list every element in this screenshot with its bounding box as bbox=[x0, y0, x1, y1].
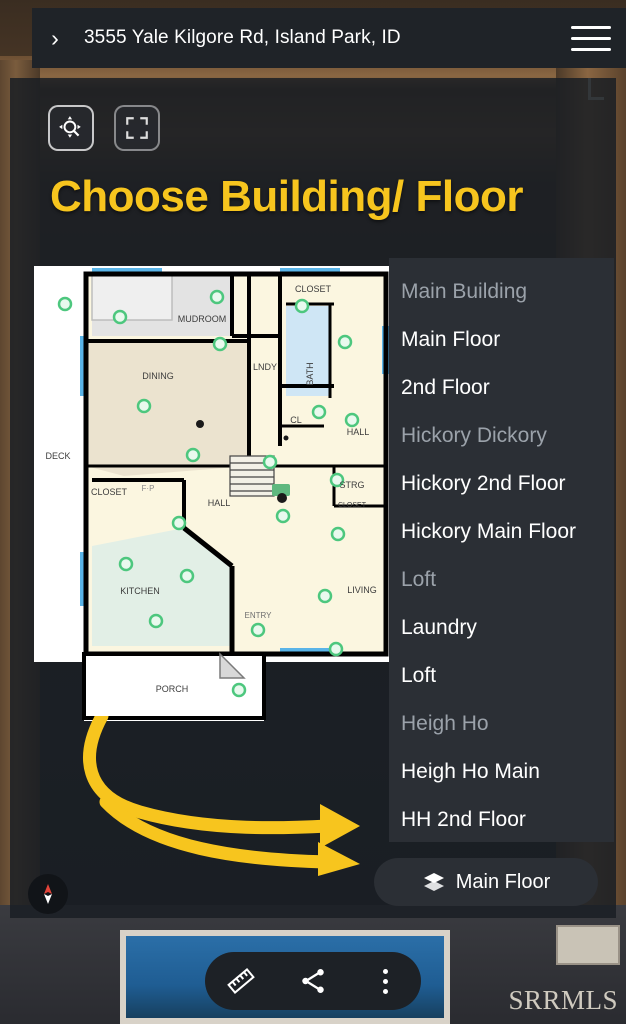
pan-move-icon bbox=[59, 116, 81, 138]
svg-text:LNDY: LNDY bbox=[253, 362, 277, 372]
dropdown-item[interactable]: Hickory Main Floor bbox=[389, 508, 614, 556]
svg-text:STRG: STRG bbox=[339, 480, 364, 490]
compass-needle-icon bbox=[44, 884, 52, 904]
more-options-button[interactable] bbox=[368, 964, 402, 998]
svg-text:CLOSET: CLOSET bbox=[295, 284, 332, 294]
mls-watermark: SRRMLS bbox=[508, 985, 618, 1015]
dropdown-item[interactable]: 2nd Floor bbox=[389, 364, 614, 412]
hamburger-menu-icon[interactable] bbox=[556, 8, 626, 68]
layers-icon bbox=[423, 873, 444, 891]
dropdown-group-label: Heigh Ho bbox=[401, 712, 489, 735]
svg-text:DINING: DINING bbox=[142, 371, 174, 381]
dropdown-group-label: Loft bbox=[401, 568, 437, 591]
dropdown-item[interactable]: Laundry bbox=[389, 604, 614, 652]
selected-floor-label: Main Floor bbox=[455, 870, 551, 893]
svg-text:F·P: F·P bbox=[142, 484, 155, 493]
svg-text:HALL: HALL bbox=[208, 498, 231, 508]
pan-move-button[interactable] bbox=[48, 105, 94, 151]
dropdown-item[interactable]: Hickory 2nd Floor bbox=[389, 460, 614, 508]
svg-text:MUDROOM: MUDROOM bbox=[178, 314, 227, 324]
address-text: 3555 Yale Kilgore Rd, Island Park, ID bbox=[84, 27, 401, 48]
svg-text:CLOSET: CLOSET bbox=[338, 502, 367, 509]
svg-text:KITCHEN: KITCHEN bbox=[120, 586, 160, 596]
annotation-arrows bbox=[83, 716, 360, 876]
dropdown-group-label: Main Building bbox=[401, 280, 528, 303]
svg-text:CL: CL bbox=[290, 415, 302, 425]
shelf-object bbox=[556, 925, 620, 965]
svg-text:PORCH: PORCH bbox=[156, 684, 189, 694]
svg-text:CLOSET: CLOSET bbox=[91, 487, 128, 497]
address-bar: › 3555 Yale Kilgore Rd, Island Park, ID bbox=[32, 8, 626, 68]
dropdown-group-label: Hickory Dickory bbox=[401, 424, 547, 447]
more-vertical-icon bbox=[382, 968, 388, 994]
svg-text:DECK: DECK bbox=[45, 451, 70, 461]
building-floor-dropdown[interactable]: Main Building Main Floor 2nd Floor Hickory … bbox=[389, 258, 614, 842]
page-title: Choose Building/ Floor bbox=[50, 172, 523, 221]
svg-text:LIVING: LIVING bbox=[347, 585, 377, 595]
bottom-toolbar bbox=[205, 952, 421, 1010]
ruler-icon bbox=[227, 968, 255, 994]
svg-text:ENTRY: ENTRY bbox=[245, 611, 273, 620]
share-button[interactable] bbox=[296, 964, 330, 998]
measure-tool-button[interactable] bbox=[224, 964, 258, 998]
app-screen: › 3555 Yale Kilgore Rd, Island Park, ID … bbox=[0, 0, 626, 1024]
share-nodes-icon bbox=[302, 969, 324, 993]
fullscreen-button[interactable] bbox=[114, 105, 160, 151]
selected-floor-pill[interactable]: Main Floor bbox=[374, 858, 598, 906]
compass-control[interactable] bbox=[28, 874, 68, 914]
fullscreen-expand-icon bbox=[126, 117, 148, 139]
svg-text:BATH: BATH bbox=[305, 362, 315, 385]
dropdown-item[interactable]: HH 2nd Floor bbox=[389, 796, 614, 844]
dropdown-item[interactable]: Main Floor bbox=[389, 316, 614, 364]
dropdown-item[interactable]: Loft bbox=[389, 652, 614, 700]
dropdown-item[interactable]: Heigh Ho Main bbox=[389, 748, 614, 796]
chevron-right-icon[interactable]: › bbox=[32, 8, 78, 68]
svg-text:HALL: HALL bbox=[347, 427, 370, 437]
